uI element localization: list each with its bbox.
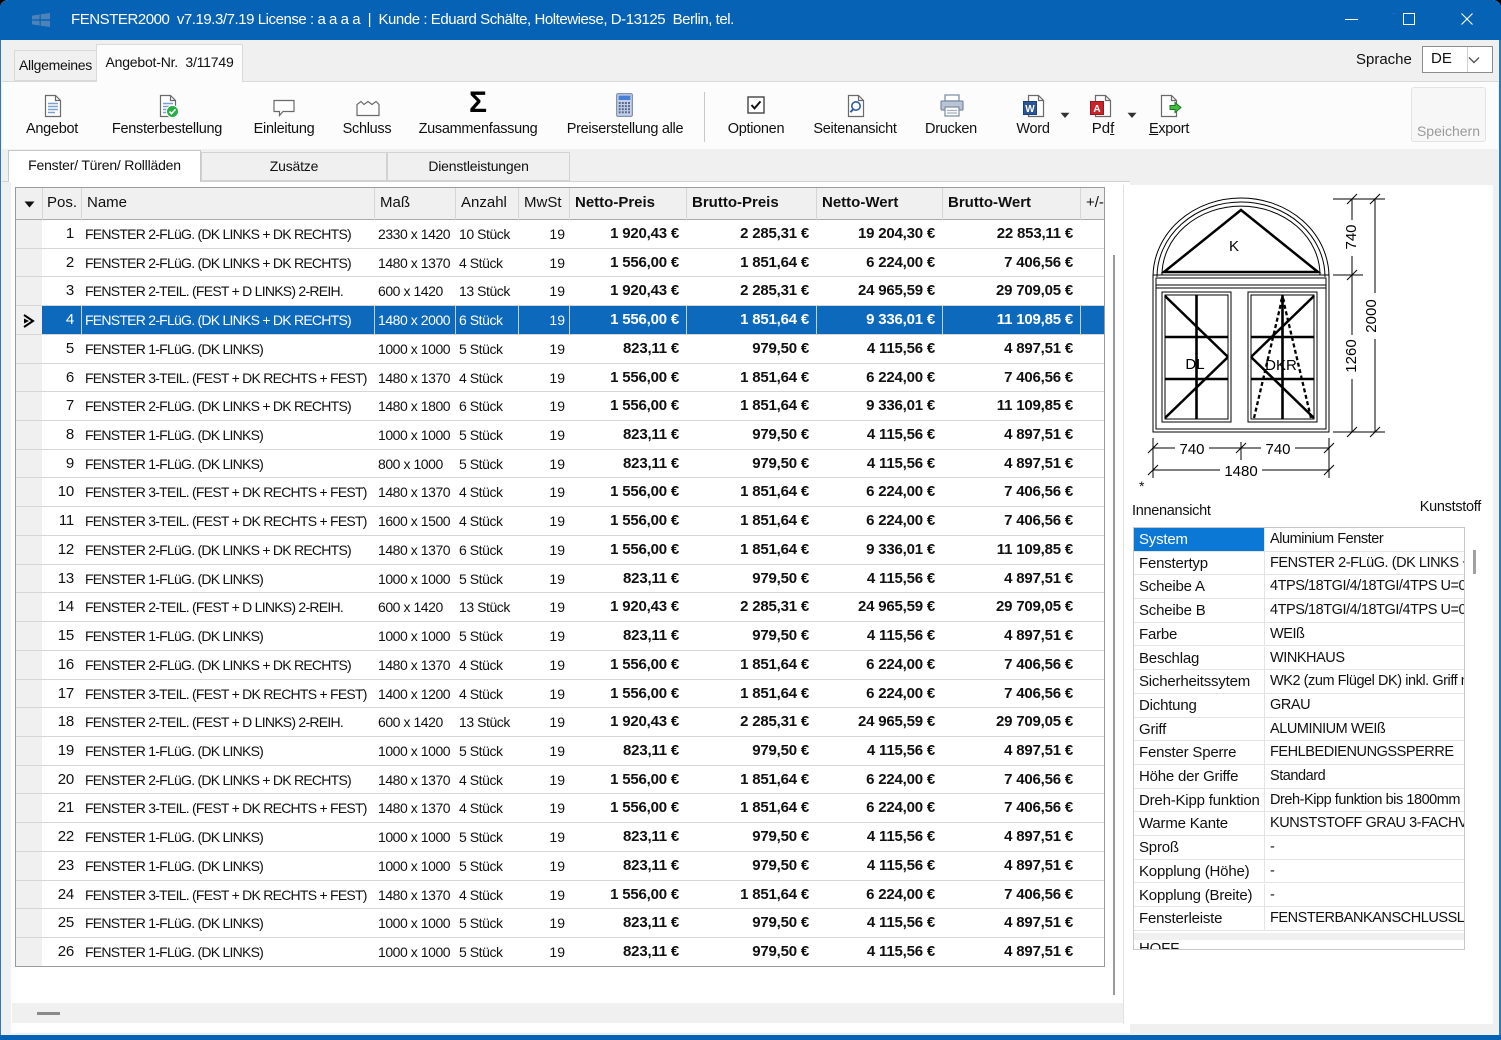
svg-text:DKR: DKR (1265, 357, 1297, 374)
svg-text:DL: DL (1185, 356, 1204, 373)
svg-text:1260: 1260 (1343, 339, 1360, 372)
svg-text:K: K (1229, 238, 1239, 255)
svg-text:A: A (1093, 104, 1100, 115)
svg-text:2000: 2000 (1363, 299, 1380, 332)
svg-text:1480: 1480 (1224, 463, 1257, 480)
svg-text:W: W (1025, 104, 1035, 115)
svg-text:740: 740 (1265, 441, 1290, 458)
svg-text:740: 740 (1343, 224, 1360, 249)
svg-text:740: 740 (1179, 441, 1204, 458)
